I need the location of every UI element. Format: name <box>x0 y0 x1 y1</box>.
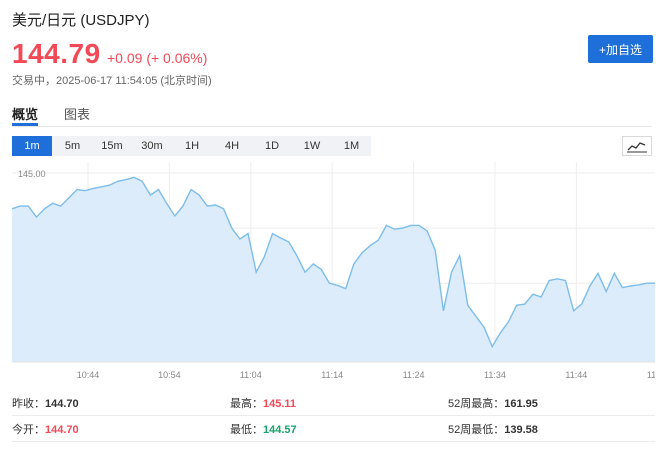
timeframe-1mo[interactable]: 1M <box>332 136 371 156</box>
chart-type-button[interactable] <box>622 136 652 156</box>
active-tab-indicator <box>12 123 38 126</box>
price-change: +0.09 (+ 0.06%) <box>107 50 208 66</box>
price-area <box>12 177 655 362</box>
timeframe-1w[interactable]: 1W <box>292 136 332 156</box>
trading-status: 交易中，2025-06-17 11:54:05 (北京时间) <box>12 75 212 87</box>
timeframe-1d[interactable]: 1D <box>252 136 292 156</box>
stats-row: 昨收：144.70 最高：145.11 52周最高：161.95 <box>12 390 655 416</box>
tab-chart[interactable]: 图表 <box>64 104 90 123</box>
x-tick-label: 10:54 <box>158 370 181 380</box>
timeframe-1m[interactable]: 1m <box>12 136 52 156</box>
week52-low-stat: 52周最低：139.58 <box>448 424 538 436</box>
x-tick-label: 11:14 <box>321 370 343 380</box>
tab-overview[interactable]: 概览 <box>12 104 38 123</box>
week52-high-stat: 52周最高：161.95 <box>448 398 538 410</box>
x-tick-label: 11:04 <box>240 370 262 380</box>
add-to-watchlist-button[interactable]: +加自选 <box>588 35 653 63</box>
price-chart-svg: 145.00144.90144.80144.7010:4410:5411:041… <box>11 162 660 380</box>
open-stat: 今开：144.70 <box>12 424 79 436</box>
prev-close-stat: 昨收：144.70 <box>12 398 79 410</box>
line-chart-icon <box>627 142 647 153</box>
x-tick-label: 11:44 <box>565 370 587 380</box>
timeframe-4h[interactable]: 4H <box>212 136 252 156</box>
timeframe-30m[interactable]: 30m <box>132 136 172 156</box>
low-stat: 最低：144.57 <box>230 424 297 436</box>
current-price: 144.79 <box>12 38 101 69</box>
x-tick-label: 11:24 <box>403 370 425 380</box>
timeframe-selector: 1m 5m 15m 30m 1H 4H 1D 1W 1M <box>12 136 371 156</box>
stats-row: 今开：144.70 最低：144.57 52周最低：139.58 <box>12 416 655 442</box>
y-tick-label: 145.00 <box>18 169 46 179</box>
price-chart[interactable]: 145.00144.90144.80144.7010:4410:5411:041… <box>11 162 660 384</box>
instrument-title: 美元/日元 (USDJPY) <box>12 12 150 29</box>
x-tick-label: 11:34 <box>484 370 506 380</box>
x-tick-label: 10:44 <box>77 370 100 380</box>
timeframe-1h[interactable]: 1H <box>172 136 212 156</box>
timeframe-5m[interactable]: 5m <box>53 136 92 156</box>
timeframe-15m[interactable]: 15m <box>92 136 132 156</box>
high-stat: 最高：145.11 <box>230 398 297 410</box>
x-tick-label: 11:54 <box>647 370 655 380</box>
view-tabs: 概览 图表 <box>12 100 652 127</box>
